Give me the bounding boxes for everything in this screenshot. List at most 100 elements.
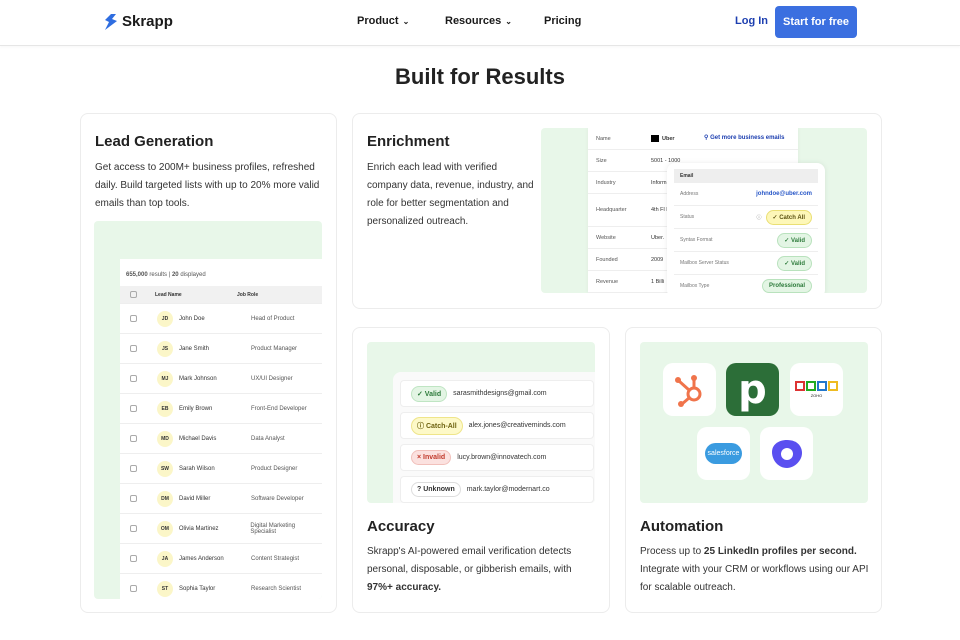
table-row[interactable]: ST Sophia Taylor Research Scientist xyxy=(120,574,322,599)
row-checkbox[interactable] xyxy=(130,315,137,322)
card-description: Get access to 200M+ business profiles, r… xyxy=(95,162,320,209)
lead-name: Michael Davis xyxy=(179,435,217,442)
row-checkbox[interactable] xyxy=(130,345,137,352)
status-badge: ✓ Valid xyxy=(777,232,812,248)
lead-name: James Anderson xyxy=(179,555,224,562)
automation-card: p ZOHO salesforce Automation Process up … xyxy=(625,327,882,613)
avatar: MJ xyxy=(157,370,173,387)
field-label: Headquarter xyxy=(596,207,627,213)
row-checkbox[interactable] xyxy=(130,375,137,382)
start-for-free-button[interactable]: Start for free xyxy=(775,6,857,38)
table-row[interactable]: DM David Miller Software Developer xyxy=(120,484,322,514)
status-badge: ⓘ Catch-All xyxy=(411,416,463,435)
nav-label: Product xyxy=(357,15,399,27)
email-row: Mailbox Type Professional xyxy=(674,275,818,293)
table-row[interactable]: MD Michael Davis Data Analyst xyxy=(120,424,322,454)
lead-name: Jane Smith xyxy=(179,345,210,352)
avatar: EB xyxy=(157,400,173,417)
email-result: ⓘ Catch-All alex.jones@creativeminds.com xyxy=(400,412,594,439)
email-result: ? Unknown mark.taylor@modernart.co xyxy=(400,476,594,503)
table-row[interactable]: JA James Anderson Content Strategist xyxy=(120,544,322,574)
avatar: MD xyxy=(157,430,173,447)
results-count: 655,000 results | 20 displayed xyxy=(126,272,206,278)
row-checkbox[interactable] xyxy=(130,555,137,562)
status-badge: Professional xyxy=(761,279,812,293)
chevron-down-icon: ⌄ xyxy=(402,16,410,26)
avatar: ST xyxy=(157,580,173,597)
avatar: SW xyxy=(157,460,173,477)
nav-label: Resources xyxy=(445,15,502,27)
table-header: Lead Name Job Role xyxy=(120,286,322,304)
table-row[interactable]: OM Olivia Martinez Digital Marketing Speci… xyxy=(120,514,322,544)
avatar: JS xyxy=(157,340,173,357)
card-description: Skrapp's AI-powered email verification d… xyxy=(367,546,572,593)
field-value: 2009 xyxy=(651,256,664,263)
table-row[interactable]: MJ Mark Johnson UX/UI Designer xyxy=(120,364,322,394)
job-role: Product Designer xyxy=(251,465,298,472)
email-address: johndoe@uber.com xyxy=(756,191,812,197)
email-row: Status ⓘ ✓ Catch All xyxy=(674,206,818,229)
nav-product[interactable]: Product ⌄ xyxy=(357,15,409,27)
row-checkbox[interactable] xyxy=(130,495,137,502)
get-more-emails-link[interactable]: ⚲ Get more business emails xyxy=(704,134,784,141)
field-label: Website xyxy=(596,234,616,241)
row-checkbox[interactable] xyxy=(130,435,137,442)
skrapp-logo-icon xyxy=(105,13,117,30)
email-row: Mailbox Server Status ✓ Valid xyxy=(674,252,818,275)
row-checkbox[interactable] xyxy=(130,405,137,412)
row-checkbox[interactable] xyxy=(130,525,137,532)
salesforce-icon: salesforce xyxy=(697,427,750,480)
lead-name: David Miller xyxy=(179,495,211,502)
field-label: Address xyxy=(680,191,699,197)
email-address: alex.jones@creativeminds.com xyxy=(468,422,566,429)
logo[interactable]: Skrapp xyxy=(104,13,173,30)
info-icon: ⓘ xyxy=(756,214,762,221)
field-label: Status xyxy=(680,214,695,220)
field-label: Industry xyxy=(596,179,616,186)
status-badge: × Invalid xyxy=(411,450,452,465)
row-checkbox[interactable] xyxy=(130,585,137,592)
email-address: mark.taylor@modernart.co xyxy=(466,486,550,493)
field-label: Mailbox Server Status xyxy=(680,260,729,266)
nav-resources[interactable]: Resources ⌄ xyxy=(445,15,512,27)
email-result: ✓ Valid sarasmithdesigns@gmail.com xyxy=(400,380,594,407)
zoho-icon: ZOHO xyxy=(790,363,843,416)
select-all-checkbox[interactable] xyxy=(130,291,137,298)
email-panel: Email Address johndoe@uber.com Status ⓘ ✓ Ca… xyxy=(667,163,825,293)
avatar: JA xyxy=(157,550,173,567)
avatar: JD xyxy=(157,310,173,327)
email-address: lucy.brown@innovatech.com xyxy=(457,454,547,461)
card-title: Automation xyxy=(640,518,724,535)
nav-pricing[interactable]: Pricing xyxy=(544,15,581,27)
field-label: Revenue xyxy=(596,278,619,285)
field-value: Uber. xyxy=(651,234,665,241)
enrichment-illustration: Name Uber Size 5001 - 1000 Industry Inform Hea… xyxy=(541,128,867,293)
lead-table-illustration: 655,000 results | 20 displayed Lead Name… xyxy=(94,221,322,599)
job-role: Research Scientist xyxy=(251,585,302,592)
job-role: Digital Marketing Specialist xyxy=(250,522,296,535)
job-role: Head of Product xyxy=(251,315,295,322)
field-label: Name xyxy=(596,135,611,142)
email-result: × Invalid lucy.brown@innovatech.com xyxy=(400,444,594,471)
lead-name: Emily Brown xyxy=(179,405,213,412)
row-checkbox[interactable] xyxy=(130,465,137,472)
table-row[interactable]: SW Sarah Wilson Product Designer xyxy=(120,454,322,484)
field-label: Syntax Format xyxy=(680,237,713,243)
lead-name: Olivia Martinez xyxy=(178,525,219,532)
job-role: Product Manager xyxy=(251,345,298,352)
table-row[interactable]: JD John Doe Head of Product xyxy=(120,304,322,334)
email-row: Address johndoe@uber.com xyxy=(674,183,818,206)
field-value: Uber xyxy=(662,135,675,142)
field-label: Size xyxy=(596,157,607,164)
enrichment-card: Enrichment Enrich each lead with verifie… xyxy=(352,113,882,309)
logo-text: Skrapp xyxy=(122,13,173,30)
login-link[interactable]: Log In xyxy=(735,15,768,27)
table-row[interactable]: JS Jane Smith Product Manager xyxy=(120,334,322,364)
col-job-role: Job Role xyxy=(237,291,259,298)
lead-generation-card: Lead Generation Get access to 200M+ busi… xyxy=(80,113,337,613)
lead-name: Mark Johnson xyxy=(179,375,217,382)
table-row[interactable]: EB Emily Brown Front-End Developer xyxy=(120,394,322,424)
field-label: Founded xyxy=(596,256,618,263)
field-value: Inform xyxy=(651,179,667,186)
leads-table: 655,000 results | 20 displayed Lead Name… xyxy=(120,259,322,599)
